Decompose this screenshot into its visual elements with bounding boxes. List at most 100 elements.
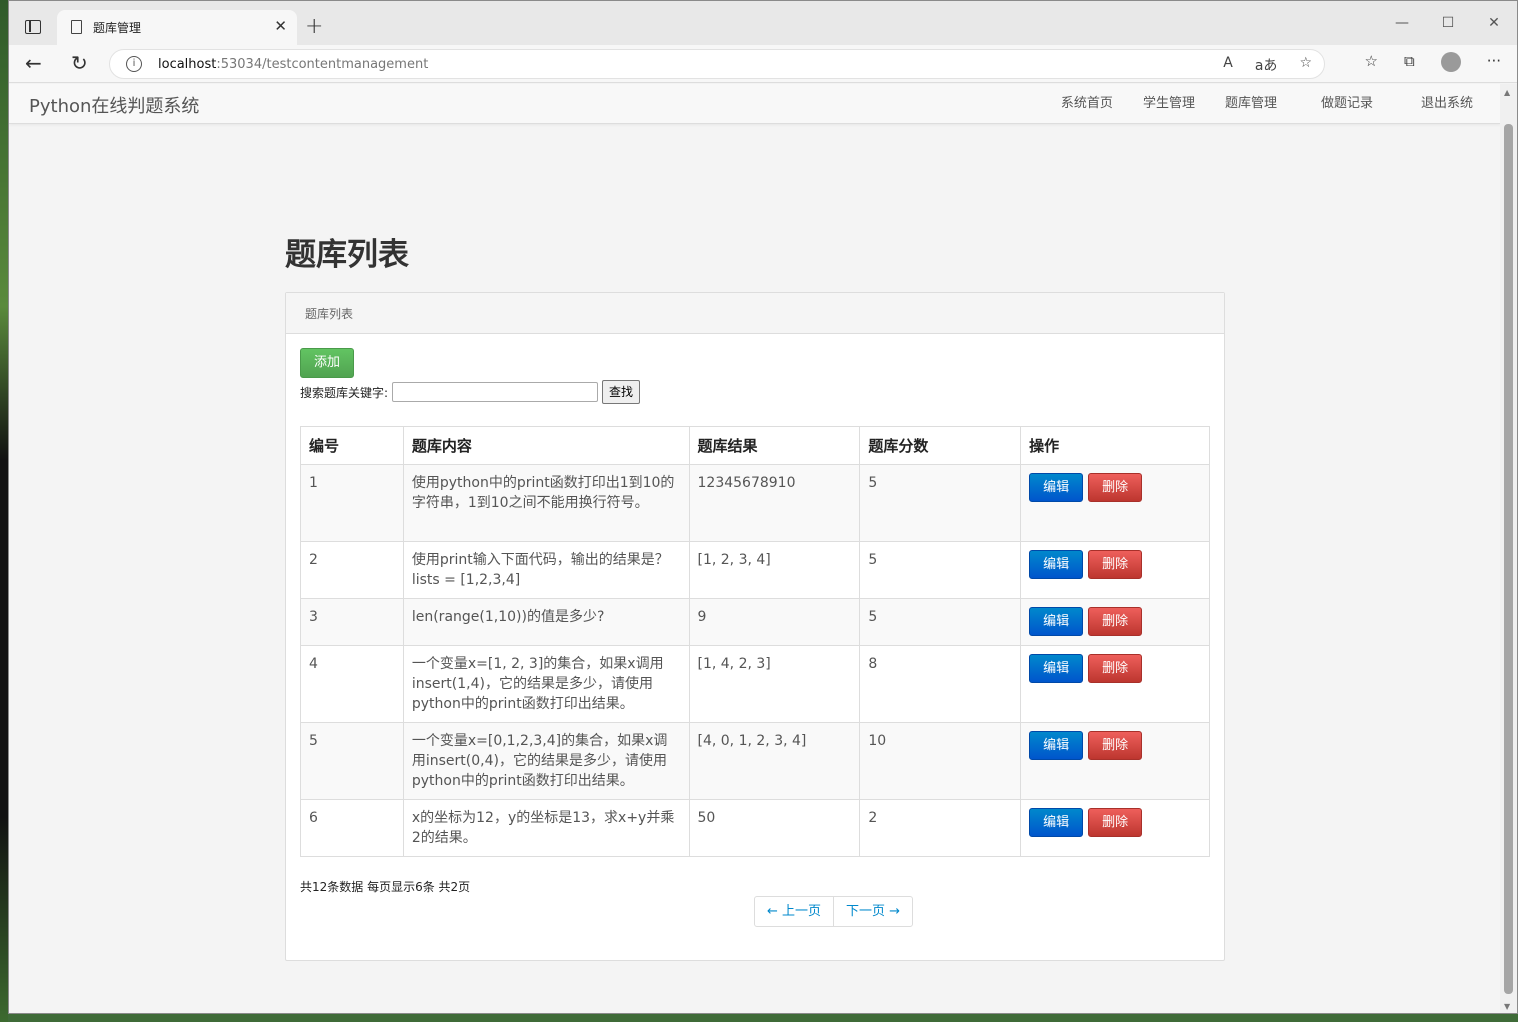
cell-actions: 编辑 删除 bbox=[1020, 722, 1210, 800]
pagination: ← 上一页 下一页 → bbox=[754, 896, 914, 927]
edit-button[interactable]: 编辑 bbox=[1029, 654, 1084, 683]
page-title: 题库列表 bbox=[285, 237, 409, 273]
cell-id: 3 bbox=[300, 598, 404, 646]
nav-link-question-bank[interactable]: 题库管理 bbox=[1225, 84, 1277, 124]
nav-link-logout[interactable]: 退出系统 bbox=[1421, 84, 1473, 124]
add-favorite-icon[interactable]: ☆ bbox=[1299, 55, 1312, 75]
maximize-icon[interactable]: ☐ bbox=[1425, 1, 1471, 45]
search-input[interactable] bbox=[392, 382, 599, 402]
table-row: 3 len(range(1,10))的值是多少? 9 5 编辑 删除 bbox=[300, 598, 1210, 646]
cell-actions: 编辑 删除 bbox=[1020, 799, 1210, 857]
site-brand[interactable]: Python在线判题系统 bbox=[29, 92, 199, 118]
edit-button[interactable]: 编辑 bbox=[1029, 607, 1084, 636]
read-aloud-icon[interactable]: A bbox=[1223, 55, 1233, 75]
cell-content: len(range(1,10))的值是多少? bbox=[402, 598, 690, 646]
edit-button[interactable]: 编辑 bbox=[1029, 808, 1084, 837]
tab-title: 题库管理 bbox=[93, 21, 142, 35]
edit-button[interactable]: 编辑 bbox=[1029, 731, 1084, 760]
tab-close-icon[interactable]: ✕ bbox=[274, 17, 287, 35]
scroll-thumb[interactable] bbox=[1504, 124, 1513, 994]
cell-content: 使用python中的print函数打印出1到10的字符串，1到10之间不能用换行… bbox=[402, 464, 690, 542]
cell-id: 4 bbox=[300, 645, 404, 723]
pagination-info: 共12条数据 每页显示6条 共2页 bbox=[300, 880, 471, 894]
tab-actions-icon[interactable] bbox=[25, 20, 41, 34]
nav-link-students[interactable]: 学生管理 bbox=[1143, 84, 1195, 124]
delete-button[interactable]: 删除 bbox=[1088, 731, 1143, 760]
cell-score: 2 bbox=[859, 799, 1022, 857]
favorites-icon[interactable]: ☆ bbox=[1365, 52, 1378, 72]
new-tab-icon[interactable]: + bbox=[305, 14, 323, 39]
delete-button[interactable]: 删除 bbox=[1088, 473, 1143, 502]
panel-heading: 题库列表 bbox=[286, 293, 1224, 334]
address-bar: ← ↻ i localhost:53034/testcontentmanagem… bbox=[9, 45, 1517, 83]
prev-page-link[interactable]: ← 上一页 bbox=[755, 897, 833, 926]
cell-score: 5 bbox=[859, 464, 1022, 542]
cell-actions: 编辑 删除 bbox=[1020, 541, 1210, 599]
cell-content: 一个变量x=[1, 2, 3]的集合，如果x调用insert(1,4)，它的结果… bbox=[402, 645, 690, 723]
cell-id: 6 bbox=[300, 799, 404, 857]
table-row: 5 一个变量x=[0,1,2,3,4]的集合，如果x调用insert(0,4)，… bbox=[300, 722, 1210, 800]
cell-content: x的坐标为12，y的坐标是13，求x+y并乘2的结果。 bbox=[402, 799, 690, 857]
header-id: 编号 bbox=[300, 426, 404, 465]
cell-actions: 编辑 删除 bbox=[1020, 645, 1210, 723]
cell-content: 一个变量x=[0,1,2,3,4]的集合，如果x调用insert(0,4)，它的… bbox=[402, 722, 690, 800]
web-page: Python在线判题系统 系统首页 学生管理 题库管理 做题记录 退出系统 题库… bbox=[9, 84, 1501, 1013]
delete-button[interactable]: 删除 bbox=[1088, 654, 1143, 683]
add-button[interactable]: 添加 bbox=[300, 348, 354, 378]
cell-content: 使用print输入下面代码，输出的结果是？ lists = [1,2,3,4] bbox=[402, 541, 690, 599]
question-table: 编号 题库内容 题库结果 题库分数 操作 1 使用python中的print函数… bbox=[300, 426, 1210, 857]
edit-button[interactable]: 编辑 bbox=[1029, 473, 1084, 502]
delete-button[interactable]: 删除 bbox=[1088, 550, 1143, 579]
url-field[interactable]: i localhost:53034/testcontentmanagement … bbox=[109, 49, 1325, 79]
cell-result: [4, 0, 1, 2, 3, 4] bbox=[688, 722, 861, 800]
scroll-down-icon[interactable]: ▼ bbox=[1504, 1002, 1510, 1011]
desktop-background bbox=[0, 0, 8, 1022]
cell-result: 12345678910 bbox=[688, 464, 861, 542]
collections-icon[interactable]: ⧉ bbox=[1404, 52, 1415, 72]
edit-button[interactable]: 编辑 bbox=[1029, 550, 1084, 579]
header-result: 题库结果 bbox=[688, 426, 861, 465]
page-scrollbar[interactable]: ▲ ▼ bbox=[1500, 84, 1517, 1013]
translate-icon[interactable]: aあ bbox=[1255, 55, 1278, 75]
url-host: localhost bbox=[158, 57, 217, 72]
cell-actions: 编辑 删除 bbox=[1020, 464, 1210, 542]
delete-button[interactable]: 删除 bbox=[1088, 808, 1143, 837]
cell-score: 5 bbox=[859, 541, 1022, 599]
next-page-link[interactable]: 下一页 → bbox=[833, 897, 912, 926]
header-actions: 操作 bbox=[1020, 426, 1210, 465]
header-score: 题库分数 bbox=[859, 426, 1022, 465]
cell-result: 50 bbox=[688, 799, 861, 857]
search-button[interactable]: 查找 bbox=[602, 380, 641, 404]
search-label: 搜索题库关键字: bbox=[300, 385, 389, 400]
search-row: 搜索题库关键字: 查找 bbox=[300, 380, 641, 404]
window-close-icon[interactable]: ✕ bbox=[1471, 1, 1517, 45]
table-header-row: 编号 题库内容 题库结果 题库分数 操作 bbox=[300, 426, 1210, 465]
profile-avatar[interactable] bbox=[1440, 52, 1461, 72]
cell-result: [1, 2, 3, 4] bbox=[688, 541, 861, 599]
browser-window: 题库管理 ✕ + — ☐ ✕ ← ↻ i localhost:53034/tes… bbox=[8, 0, 1518, 1014]
back-icon[interactable]: ← bbox=[25, 51, 42, 75]
header-content: 题库内容 bbox=[402, 426, 690, 465]
question-panel: 题库列表 添加 搜索题库关键字: 查找 编号 题库内容 题库结果 题库分数 操作… bbox=[285, 292, 1225, 961]
cell-id: 2 bbox=[300, 541, 404, 599]
tab-active[interactable]: 题库管理 ✕ bbox=[57, 10, 297, 45]
cell-result: [1, 4, 2, 3] bbox=[688, 645, 861, 723]
scroll-up-icon[interactable]: ▲ bbox=[1504, 88, 1510, 97]
page-icon bbox=[71, 20, 82, 34]
url-path: :53034/testcontentmanagement bbox=[216, 57, 429, 72]
cell-id: 1 bbox=[300, 464, 404, 542]
url-text: localhost:53034/testcontentmanagement bbox=[158, 57, 428, 72]
minimize-icon[interactable]: — bbox=[1379, 1, 1425, 45]
reload-icon[interactable]: ↻ bbox=[71, 51, 88, 75]
cell-actions: 编辑 删除 bbox=[1020, 598, 1210, 646]
table-row: 2 使用print输入下面代码，输出的结果是？ lists = [1,2,3,4… bbox=[300, 541, 1210, 599]
nav-link-records[interactable]: 做题记录 bbox=[1321, 84, 1373, 124]
site-info-icon[interactable]: i bbox=[126, 56, 142, 72]
menu-icon[interactable]: ··· bbox=[1487, 52, 1501, 72]
table-row: 4 一个变量x=[1, 2, 3]的集合，如果x调用insert(1,4)，它的… bbox=[300, 645, 1210, 723]
table-row: 1 使用python中的print函数打印出1到10的字符串，1到10之间不能用… bbox=[300, 464, 1210, 542]
nav-link-home[interactable]: 系统首页 bbox=[1061, 84, 1113, 124]
cell-score: 8 bbox=[859, 645, 1022, 723]
tab-strip: 题库管理 ✕ + — ☐ ✕ bbox=[9, 1, 1517, 45]
delete-button[interactable]: 删除 bbox=[1088, 607, 1143, 636]
